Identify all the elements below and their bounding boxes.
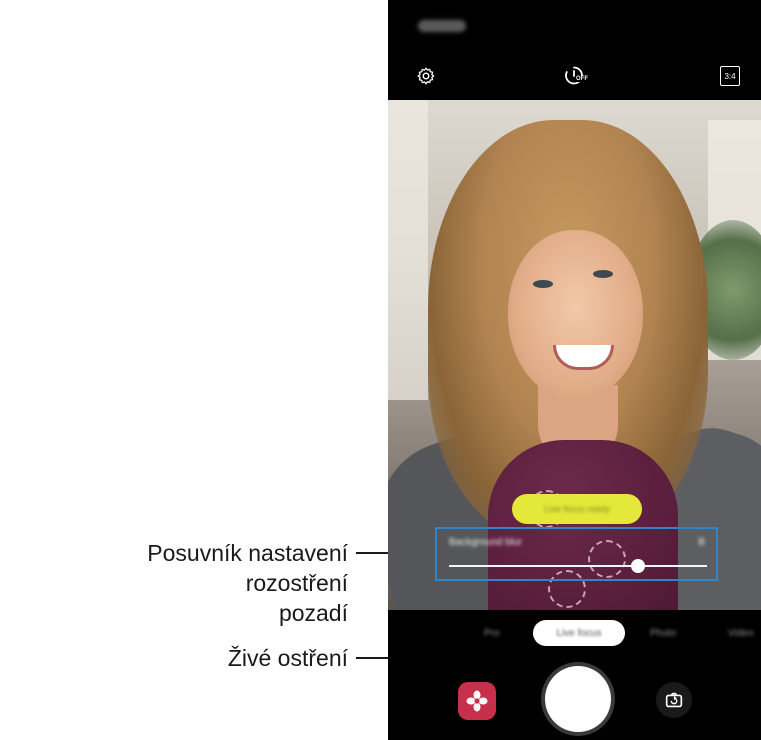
status-bar-text (418, 20, 466, 32)
background-arch-left (388, 100, 428, 400)
blur-slider-callout-line2: pozadí (278, 600, 348, 626)
blur-slider-handle[interactable] (631, 559, 645, 573)
timer-off-icon[interactable]: OFF (560, 62, 589, 90)
flower-gallery-icon (466, 690, 488, 712)
subject-face (508, 230, 643, 400)
blur-slider-callout-line1: Posuvník nastavení rozostření (147, 540, 348, 596)
camera-shutter-bar (388, 658, 761, 740)
shutter-button[interactable] (545, 666, 611, 732)
mode-tab-live-focus[interactable]: Live focus (533, 620, 625, 646)
camera-mode-bar: Pro Live focus Photo Video (388, 610, 761, 658)
subject-eye-right (593, 270, 613, 278)
blur-slider-label-left: Background blur (449, 537, 522, 548)
gallery-button[interactable] (458, 682, 496, 720)
gear-icon[interactable] (412, 62, 440, 90)
background-blur-slider-panel[interactable]: Background blur B (435, 527, 718, 581)
blur-slider-labels: Background blur B (449, 537, 705, 551)
aspect-ratio-button[interactable]: 3:4 (716, 62, 744, 90)
live-focus-hint-text: Live focus ready (544, 504, 610, 514)
timer-off-text: OFF (575, 76, 589, 82)
status-bar (388, 0, 761, 52)
subject-eye-left (533, 280, 553, 288)
live-focus-hint-badge: Live focus ready (512, 494, 642, 524)
mode-tab[interactable]: Pro (484, 628, 500, 639)
blur-slider-label-right: B (698, 537, 705, 548)
camera-top-bar: OFF 3:4 (388, 52, 761, 100)
mode-tab[interactable]: Video (728, 628, 753, 639)
mode-tab-live-focus-label: Live focus (556, 627, 602, 639)
camera-viewfinder[interactable]: Live focus ready Background blur B (388, 100, 761, 610)
mode-tab[interactable]: Photo (650, 628, 676, 639)
switch-camera-icon (665, 692, 683, 708)
blur-slider-track[interactable] (449, 565, 707, 567)
blur-slider-callout: Posuvník nastavení rozostření pozadí (100, 538, 348, 628)
switch-camera-button[interactable] (656, 682, 692, 718)
live-focus-callout: Živé ostření (227, 645, 348, 671)
phone-screen: OFF 3:4 Live focus ready Background blur (388, 0, 761, 740)
aspect-ratio-label: 3:4 (724, 71, 736, 81)
